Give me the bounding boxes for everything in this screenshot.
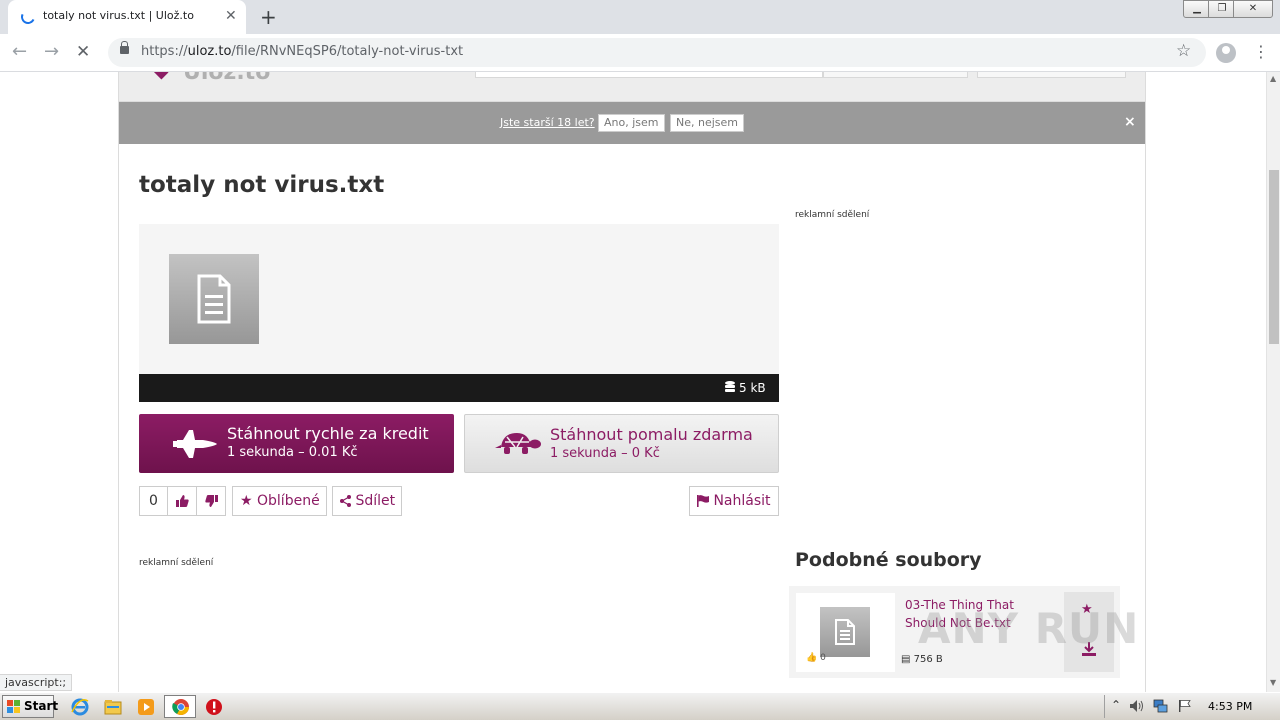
scroll-down-icon[interactable]: ▼: [1270, 678, 1276, 687]
favorite-button[interactable]: ★ Oblíbené: [232, 486, 327, 516]
window-close-button[interactable]: ✕: [1233, 0, 1273, 18]
address-bar[interactable]: https://uloz.to/file/RNvNEqSP6/totaly-no…: [108, 38, 1206, 67]
download-slow-title: Stáhnout pomalu zdarma: [550, 425, 753, 444]
url-path: /file/RNvNEqSP6/totaly-not-virus-txt: [231, 44, 464, 59]
similar-file-likes: 👍 0: [806, 653, 826, 663]
thumbs-down-icon: [204, 495, 218, 507]
space-shuttle-icon: [173, 430, 217, 458]
scroll-up-icon[interactable]: ▲: [1270, 74, 1276, 83]
network-icon[interactable]: [1153, 699, 1168, 713]
header-search-input[interactable]: [475, 72, 823, 78]
status-bar-url: javascript:;: [0, 674, 73, 691]
document-icon: [835, 619, 855, 645]
browser-tab-strip: totaly not virus.txt | Ulož.to ✕ + ▁ ❐ ✕: [0, 0, 1280, 34]
header-button[interactable]: [823, 72, 968, 78]
age-no-button[interactable]: Ne, nejsem: [670, 114, 744, 132]
window-maximize-button[interactable]: ❐: [1208, 0, 1236, 18]
site-header: Ulož.to: [119, 72, 1145, 102]
close-icon[interactable]: ×: [1124, 114, 1136, 130]
page-viewport: Ulož.to Jste starší 18 let? Ano, jsem Ne…: [0, 72, 1266, 692]
header-button[interactable]: [977, 72, 1126, 78]
scrollbar-thumb[interactable]: [1269, 170, 1279, 344]
ad-label: reklamní sdělení: [795, 210, 870, 220]
logo-mark-icon[interactable]: [151, 72, 169, 80]
loading-spinner-icon: [19, 8, 37, 26]
file-thumbnail: [820, 607, 870, 657]
download-slow-button[interactable]: Stáhnout pomalu zdarma 1 sekunda – 0 Kč: [464, 414, 779, 473]
system-tray: ⌃ 4:53 PM: [1104, 695, 1278, 718]
site-logo[interactable]: Ulož.to: [183, 72, 270, 85]
page-scrollbar[interactable]: ▲ ▼: [1266, 72, 1280, 692]
tray-expand-icon[interactable]: ⌃: [1111, 698, 1121, 712]
tab-title: totaly not virus.txt | Ulož.to: [43, 9, 194, 22]
share-button[interactable]: Sdílet: [332, 486, 402, 516]
similar-file-likes-count: 0: [820, 653, 826, 663]
like-count: 0: [139, 486, 168, 516]
share-icon: [340, 495, 351, 507]
start-label: Start: [24, 699, 59, 713]
file-thumbnail[interactable]: [169, 254, 259, 344]
internet-explorer-icon[interactable]: [71, 698, 89, 716]
kebab-menu-icon[interactable]: ⋮: [1253, 42, 1269, 62]
thumbs-down-button[interactable]: [196, 486, 226, 516]
share-label: Sdílet: [355, 493, 396, 509]
report-button[interactable]: Nahlásit: [689, 486, 779, 516]
start-button[interactable]: Start: [2, 695, 58, 718]
taskbar-clock[interactable]: 4:53 PM: [1208, 700, 1252, 713]
thumbs-up-button[interactable]: [167, 486, 197, 516]
watermark-logo: ANY RUN: [918, 604, 1140, 653]
url-text[interactable]: https://uloz.to/file/RNvNEqSP6/totaly-no…: [141, 44, 463, 59]
url-scheme: https://: [141, 44, 188, 59]
download-slow-subtitle: 1 sekunda – 0 Kč: [550, 446, 660, 461]
star-icon: ★: [240, 493, 253, 509]
stop-loading-icon[interactable]: ✕: [76, 42, 90, 62]
turtle-icon: [495, 433, 541, 454]
action-center-flag-icon[interactable]: [1177, 699, 1192, 713]
database-icon: ▤: [901, 654, 911, 665]
similar-file-size: ▤ 756 B: [901, 654, 943, 665]
url-host: uloz.to: [187, 44, 232, 59]
media-player-icon[interactable]: [137, 698, 155, 716]
tab-close-icon[interactable]: ✕: [225, 8, 237, 24]
taskbar-chrome-button[interactable]: [164, 695, 196, 718]
database-icon: [725, 381, 735, 392]
thumbs-up-icon: [175, 495, 189, 507]
favorite-label: Oblíbené: [257, 493, 320, 509]
back-arrow-icon[interactable]: ←: [12, 42, 27, 62]
similar-file-size-value: 756 B: [913, 654, 943, 665]
similar-file-thumbnail[interactable]: 👍 0: [796, 593, 895, 672]
file-preview: [139, 224, 779, 374]
forward-arrow-icon[interactable]: →: [44, 42, 59, 62]
windows-logo-icon: [7, 700, 20, 713]
profile-avatar-icon[interactable]: [1216, 43, 1236, 63]
download-fast-title: Stáhnout rychle za kredit: [227, 424, 429, 443]
age-verification-bar: Jste starší 18 let? Ano, jsem Ne, nejsem…: [119, 102, 1145, 144]
flag-icon: [697, 495, 709, 507]
age-yes-button[interactable]: Ano, jsem: [598, 114, 665, 132]
window-minimize-button[interactable]: ▁: [1183, 0, 1211, 18]
windows-taskbar: Start ⌃ 4:53 PM: [0, 692, 1280, 720]
page-container: Ulož.to Jste starší 18 let? Ano, jsem Ne…: [118, 72, 1146, 692]
chrome-icon: [172, 699, 189, 715]
file-size: 5 kB: [739, 381, 766, 395]
lock-icon: [120, 41, 129, 54]
browser-tab-active[interactable]: totaly not virus.txt | Ulož.to ✕: [8, 0, 246, 34]
download-fast-button[interactable]: Stáhnout rychle za kredit 1 sekunda – 0.…: [139, 414, 454, 473]
file-title: totaly not virus.txt: [139, 172, 385, 198]
document-icon: [197, 274, 231, 324]
file-info-bar: 5 kB: [139, 374, 779, 402]
browser-toolbar: ← → ✕ https://uloz.to/file/RNvNEqSP6/tot…: [0, 34, 1280, 72]
stop-sign-icon[interactable]: [205, 698, 223, 716]
volume-icon[interactable]: [1129, 699, 1144, 713]
age-question-link[interactable]: Jste starší 18 let?: [500, 116, 595, 129]
download-fast-subtitle: 1 sekunda – 0.01 Kč: [227, 445, 358, 460]
new-tab-icon[interactable]: +: [260, 5, 277, 29]
bookmark-star-icon[interactable]: ☆: [1176, 41, 1191, 61]
file-explorer-icon[interactable]: [104, 698, 122, 716]
similar-files-heading: Podobné soubory: [795, 549, 982, 571]
thumbs-up-icon: 👍: [806, 653, 818, 663]
ad-label: reklamní sdělení: [139, 558, 214, 568]
report-label: Nahlásit: [713, 493, 771, 509]
